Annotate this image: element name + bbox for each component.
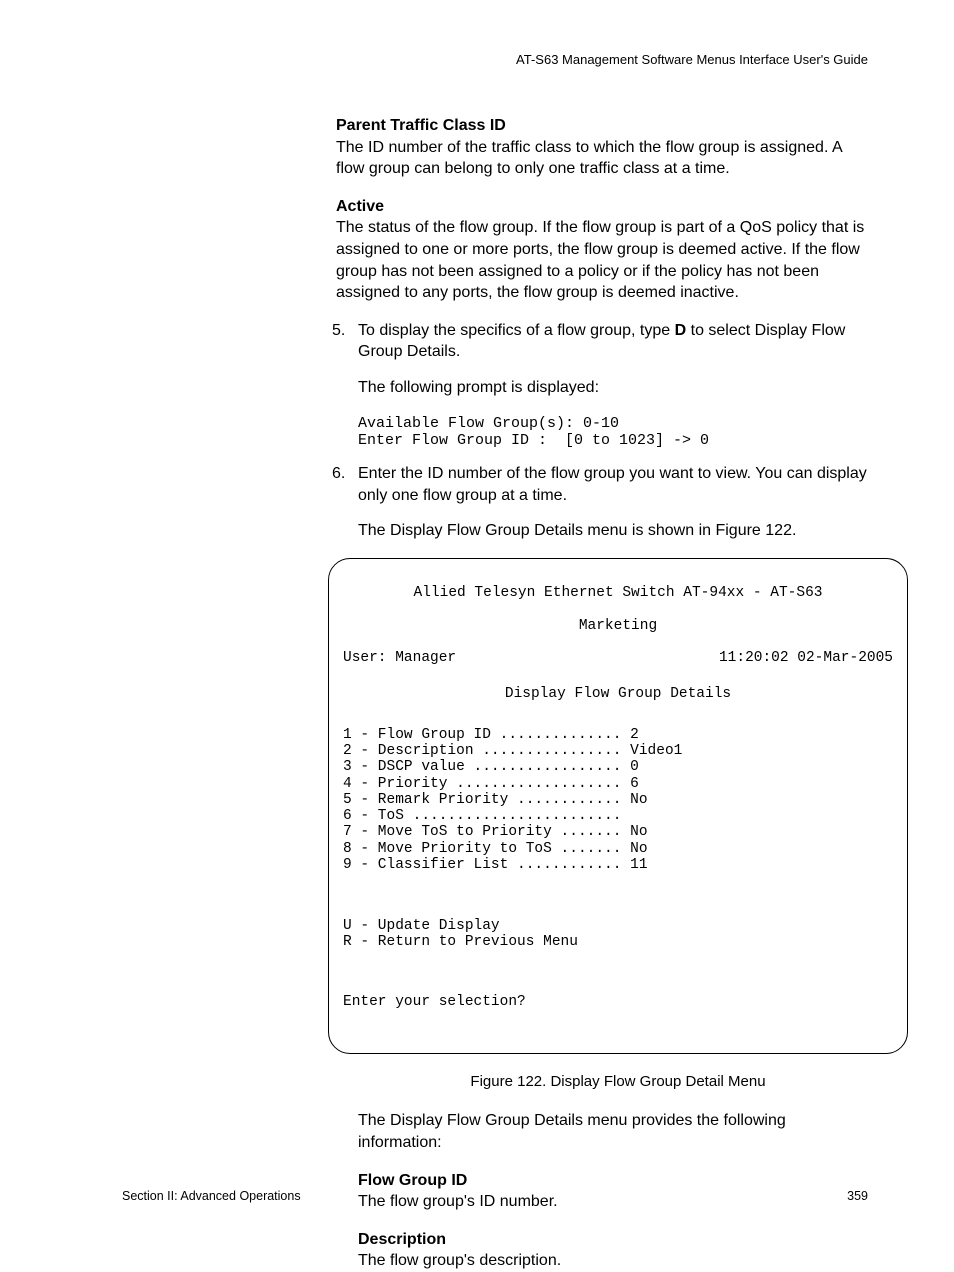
heading-active: Active xyxy=(336,196,868,218)
heading-flow-group-id: Flow Group ID xyxy=(358,1170,868,1192)
terminal-prompt: Enter your selection? xyxy=(343,994,893,1010)
step-5-para2: The following prompt is displayed: xyxy=(358,377,868,399)
terminal-menu-items: 1 - Flow Group ID .............. 2 2 - D… xyxy=(343,727,893,873)
page-number: 359 xyxy=(847,1189,868,1203)
step-5-text: To display the specifics of a flow group… xyxy=(358,322,845,361)
terminal-timestamp: 11:20:02 02-Mar-2005 xyxy=(719,650,893,666)
prompt-block: Available Flow Group(s): 0-10 Enter Flow… xyxy=(358,415,868,450)
terminal-user: User: Manager xyxy=(343,650,456,666)
step-number: 6. xyxy=(332,463,345,485)
step-number: 5. xyxy=(332,320,345,342)
terminal-banner-2: Marketing xyxy=(343,618,893,634)
text-span: To display the specifics of a flow group… xyxy=(358,322,675,339)
step-6: 6. Enter the ID number of the flow group… xyxy=(336,463,868,1272)
heading-parent-traffic-class-id: Parent Traffic Class ID xyxy=(336,115,868,137)
figure-caption: Figure 122. Display Flow Group Detail Me… xyxy=(328,1072,908,1092)
terminal-screen: Allied Telesyn Ethernet Switch AT-94xx -… xyxy=(328,558,908,1054)
running-header: AT-S63 Management Software Menus Interfa… xyxy=(122,52,868,67)
step-6-para2: The Display Flow Group Details menu is s… xyxy=(358,520,868,542)
footer-section: Section II: Advanced Operations xyxy=(122,1189,301,1203)
para-description: The flow group's description. xyxy=(358,1250,868,1272)
bold-key-d: D xyxy=(675,322,687,339)
terminal-title: Display Flow Group Details xyxy=(343,686,893,702)
step-6-text: Enter the ID number of the flow group yo… xyxy=(358,465,867,504)
para-parent-traffic-class-id: The ID number of the traffic class to wh… xyxy=(336,137,868,180)
para-after-figure: The Display Flow Group Details menu prov… xyxy=(358,1110,868,1153)
terminal-commands: U - Update Display R - Return to Previou… xyxy=(343,918,893,950)
heading-description: Description xyxy=(358,1229,868,1251)
step-5: 5. To display the specifics of a flow gr… xyxy=(336,320,868,449)
para-active: The status of the flow group. If the flo… xyxy=(336,217,868,303)
terminal-banner-1: Allied Telesyn Ethernet Switch AT-94xx -… xyxy=(343,585,893,601)
main-content: Parent Traffic Class ID The ID number of… xyxy=(336,115,868,1272)
